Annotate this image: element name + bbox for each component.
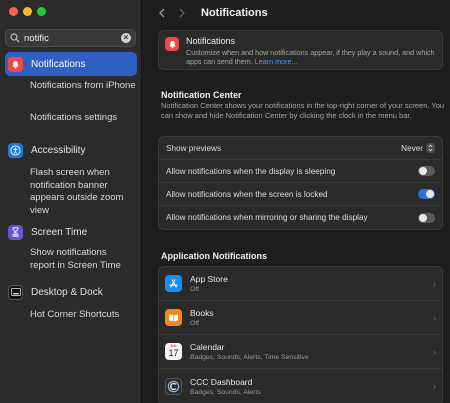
- calendar-day: 17: [168, 348, 179, 358]
- close-window-button[interactable]: [9, 7, 18, 16]
- notification-center-description: Notification Center shows your notificat…: [161, 101, 445, 120]
- sidebar-item-label: Screen Time: [31, 226, 88, 238]
- forward-button[interactable]: [175, 6, 189, 20]
- books-icon: [165, 309, 182, 326]
- intro-description-text: Customize when and how notifications app…: [186, 48, 435, 66]
- notification-center-heading: Notification Center: [161, 90, 242, 100]
- page-title: Notifications: [201, 7, 268, 19]
- app-name: App Store: [190, 274, 228, 284]
- toggle-row-mirroring: Allow notifications when mirroring or sh…: [159, 206, 442, 229]
- sidebar-subitem-label: Notifications settings: [30, 112, 118, 123]
- sidebar-subitem-label: Notifications from iPhone: [30, 80, 136, 91]
- show-previews-value: Never: [401, 143, 423, 153]
- app-status: Badges, Sounds, Alerts: [190, 388, 261, 396]
- toggle-label: Allow notifications when the display is …: [166, 166, 336, 176]
- toggle-label: Allow notifications when the screen is l…: [166, 189, 328, 199]
- search-input[interactable]: [24, 32, 118, 44]
- bell-icon: [165, 37, 179, 51]
- minimize-window-button[interactable]: [23, 7, 32, 16]
- bell-icon: [8, 56, 23, 72]
- sidebar-subitem-label: Hot Corner Shortcuts: [30, 309, 120, 320]
- app-status: Off: [190, 286, 199, 293]
- app-row-calendar[interactable]: JUL 17 Calendar Badges, Sounds, Alerts, …: [159, 335, 442, 369]
- ccc-dashboard-icon: [165, 377, 182, 395]
- window-controls: [9, 7, 46, 16]
- toggle-row-screen-locked: Allow notifications when the screen is l…: [159, 183, 442, 206]
- sidebar: × Notifications Notifications from iPhon…: [0, 0, 142, 403]
- notification-center-settings: Show previews Never Allow notifications …: [158, 136, 443, 230]
- sidebar-subitem-notifications-report[interactable]: Show notifications report in Screen Time: [0, 244, 132, 280]
- back-button[interactable]: [155, 6, 169, 20]
- app-status: Badges, Sounds, Alerts, Time Sensitive: [190, 354, 309, 361]
- chevron-right-icon: ›: [433, 278, 436, 289]
- learn-more-link[interactable]: Learn more...: [255, 57, 298, 66]
- sidebar-item-desktop-dock[interactable]: Desktop & Dock: [5, 280, 137, 304]
- intro-title: Notifications: [186, 36, 236, 46]
- application-notifications-list: App Store Off › Books Off › JUL 17 Calen…: [158, 266, 443, 403]
- sidebar-subitem-label: Flash screen when notification banner ap…: [30, 167, 124, 216]
- sidebar-subitem-label: Show notifications report in Screen Time: [30, 247, 121, 271]
- up-down-chevron-icon: [426, 143, 435, 153]
- accessibility-icon: [8, 142, 23, 158]
- app-name: Books: [190, 308, 214, 318]
- sidebar-list: Notifications Notifications from iPhone …: [0, 52, 142, 326]
- screen-locked-toggle[interactable]: [418, 189, 435, 199]
- show-previews-label: Show previews: [166, 143, 222, 153]
- calendar-icon: JUL 17: [165, 343, 182, 360]
- dock-icon: [8, 284, 23, 300]
- chevron-right-icon: [179, 8, 185, 18]
- toggle-row-display-sleeping: Allow notifications when the display is …: [159, 160, 442, 183]
- show-previews-popup[interactable]: Never: [401, 143, 435, 153]
- toggle-label: Allow notifications when mirroring or sh…: [166, 213, 368, 222]
- toolbar: Notifications: [143, 0, 450, 26]
- sidebar-item-label: Desktop & Dock: [31, 286, 103, 298]
- app-row-books[interactable]: Books Off ›: [159, 301, 442, 335]
- app-row-app-store[interactable]: App Store Off ›: [159, 267, 442, 301]
- display-sleeping-toggle[interactable]: [418, 166, 435, 176]
- sidebar-subitem-flash-screen[interactable]: Flash screen when notification banner ap…: [0, 162, 130, 220]
- sidebar-subitem-notifications-from-iphone[interactable]: Notifications from iPhone: [0, 76, 142, 108]
- sidebar-subitem-notifications-settings[interactable]: Notifications settings: [0, 108, 142, 130]
- hourglass-icon: [8, 224, 23, 240]
- chevron-right-icon: ›: [433, 381, 436, 391]
- sidebar-subitem-hot-corner-shortcuts[interactable]: Hot Corner Shortcuts: [0, 304, 142, 326]
- chevron-right-icon: ›: [433, 312, 436, 323]
- main-pane: Notifications Notifications Customize wh…: [143, 0, 450, 403]
- app-store-icon: [165, 275, 182, 292]
- chevron-right-icon: ›: [433, 346, 436, 357]
- chevron-left-icon: [159, 8, 165, 18]
- zoom-window-button[interactable]: [37, 7, 46, 16]
- intro-description: Customize when and how notifications app…: [186, 48, 436, 66]
- search-field[interactable]: ×: [5, 29, 136, 47]
- app-name: Calendar: [190, 342, 225, 352]
- application-notifications-heading: Application Notifications: [161, 251, 268, 261]
- notifications-intro-card: Notifications Customize when and how not…: [158, 30, 443, 70]
- app-status: Off: [190, 320, 199, 327]
- sidebar-item-notifications[interactable]: Notifications: [5, 52, 137, 76]
- clear-search-icon[interactable]: ×: [121, 33, 131, 43]
- search-icon: [10, 33, 20, 43]
- sidebar-item-label: Notifications: [31, 58, 86, 70]
- mirroring-toggle[interactable]: [418, 212, 435, 223]
- app-row-ccc-dashboard[interactable]: CCC Dashboard Badges, Sounds, Alerts ›: [159, 369, 442, 403]
- app-name: CCC Dashboard: [190, 376, 253, 387]
- sidebar-item-label: Accessibility: [31, 144, 86, 156]
- sidebar-item-accessibility[interactable]: Accessibility: [5, 138, 137, 162]
- sidebar-item-screen-time[interactable]: Screen Time: [5, 220, 137, 244]
- show-previews-row: Show previews Never: [159, 137, 442, 160]
